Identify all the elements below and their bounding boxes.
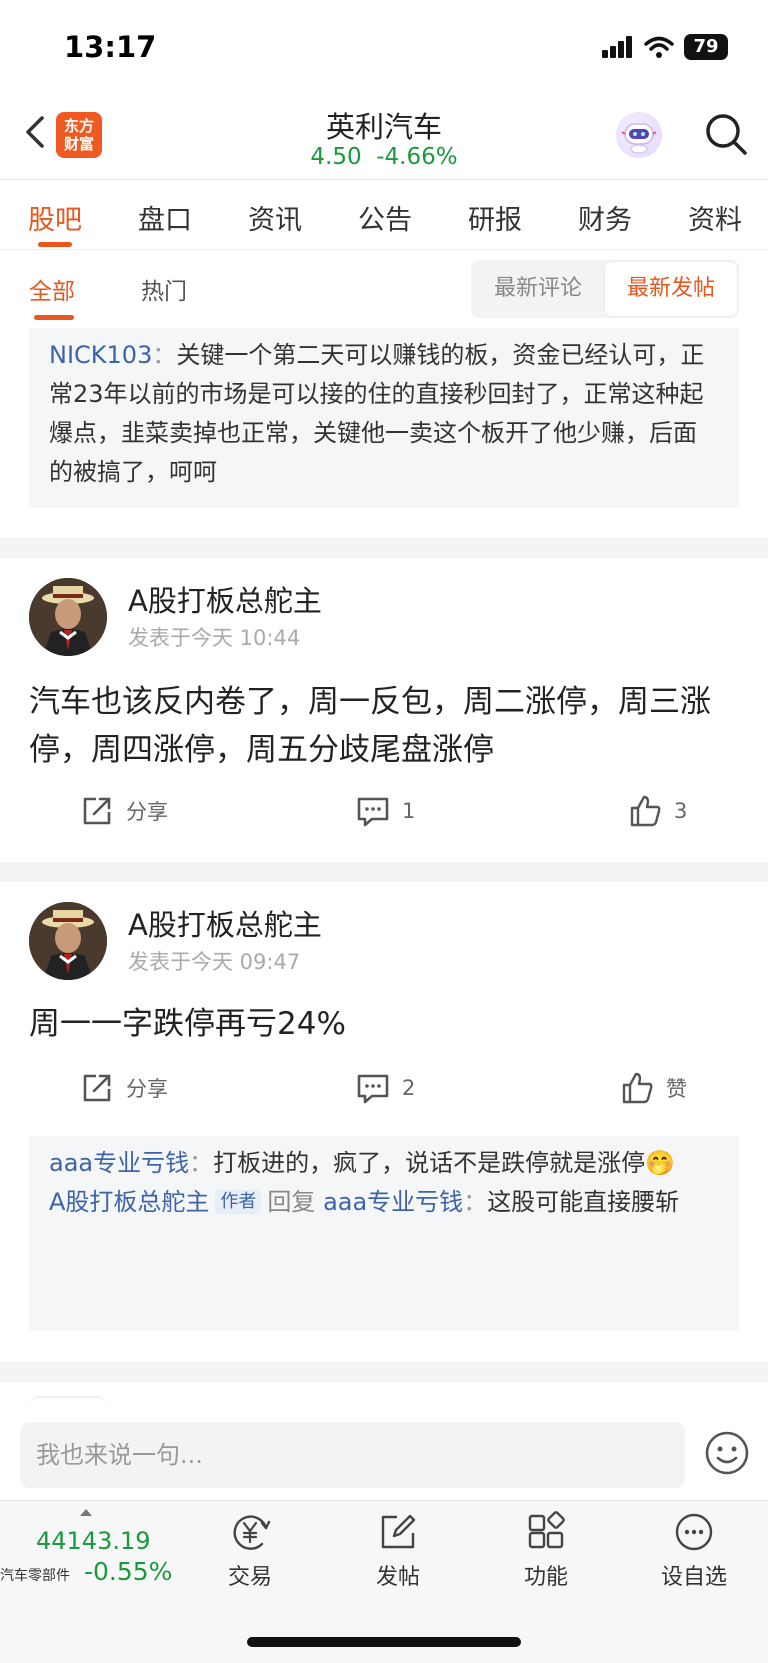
battery-icon: 79	[684, 34, 728, 60]
tab-research[interactable]: 研报	[468, 180, 522, 249]
reply-colon: ：	[463, 1188, 488, 1216]
tab-news[interactable]: 资讯	[248, 180, 302, 249]
status-bar: 13:17 79	[0, 0, 768, 96]
reply-username[interactable]: A股打板总舵主	[49, 1188, 209, 1216]
like-count: 3	[674, 799, 688, 823]
sort-latest-comment-button[interactable]: 最新评论	[471, 260, 605, 318]
reply-text: 这股可能直接腰斩	[487, 1188, 680, 1216]
sort-toggle: 最新评论 最新发帖	[471, 260, 739, 318]
subtab-hot[interactable]: 热门	[141, 272, 187, 306]
comment-username[interactable]: NICK103	[49, 341, 152, 369]
share-label: 分享	[126, 1077, 168, 1101]
nav-watchlist[interactable]: 设自选	[644, 1511, 744, 1591]
avatar[interactable]	[29, 902, 107, 980]
author-badge: 作者	[215, 1190, 262, 1214]
subtab-active-indicator	[34, 315, 74, 320]
tab-guba[interactable]: 股吧	[28, 180, 82, 249]
post-card[interactable]: A股打板总舵主 发表于今天 10:44 汽车也该反内卷了，周一反包，周二涨停，周…	[0, 558, 768, 858]
like-button[interactable]: 3	[628, 794, 687, 828]
nav-post-label: 发帖	[375, 1565, 420, 1590]
avatar-portrait-icon	[29, 578, 107, 656]
comment-count: 1	[402, 799, 416, 823]
nav-trade[interactable]: 交易	[200, 1511, 300, 1591]
more-circle-icon	[675, 1513, 713, 1551]
comment-button[interactable]: 1	[356, 794, 415, 828]
robot-icon	[621, 123, 657, 154]
comment-input[interactable]: 我也来说一句...	[20, 1422, 685, 1488]
tab-finance[interactable]: 财务	[578, 180, 632, 249]
share-icon	[83, 797, 111, 825]
sub-tabs: 全部 热门 最新评论 最新发帖	[0, 250, 768, 328]
cellular-signal-icon	[602, 36, 632, 58]
comment-icon	[357, 797, 389, 827]
sort-latest-post-button[interactable]: 最新发帖	[605, 262, 737, 316]
reply-item[interactable]: A股打板总舵主 作者 回复 aaa专业亏钱：这股可能直接腰斩	[49, 1183, 719, 1222]
search-icon[interactable]	[702, 110, 750, 158]
post-time: 发表于今天 10:44	[128, 626, 301, 650]
comment-count: 2	[402, 1076, 416, 1100]
main-tabs: 股吧 盘口 资讯 公告 研报 财务 资料	[0, 180, 768, 250]
stock-price: 4.50	[310, 144, 362, 170]
section-divider	[0, 862, 768, 882]
index-name: 汽车零部件	[0, 1568, 70, 1584]
reply-colon: ：	[189, 1149, 214, 1177]
comment-composer: 我也来说一句...	[0, 1406, 768, 1496]
index-change: -0.55%	[84, 1557, 173, 1586]
like-button[interactable]: 赞	[620, 1071, 687, 1105]
tab-announcements[interactable]: 公告	[358, 180, 412, 249]
ai-assistant-icon[interactable]	[616, 112, 662, 158]
author-name[interactable]: A股打板总舵主	[128, 578, 322, 620]
tab-pankou[interactable]: 盘口	[138, 180, 192, 249]
share-button[interactable]: 分享	[80, 1071, 168, 1105]
bottom-bar: 44143.19 汽车零部件 -0.55% 交易 发帖 功能 设自选	[0, 1500, 768, 1663]
avatar[interactable]	[29, 578, 107, 656]
next-post-avatar-partial	[29, 1396, 107, 1406]
author-name[interactable]: A股打板总舵主	[128, 902, 322, 944]
post-body[interactable]: 周一一字跌停再亏24%	[29, 1000, 739, 1048]
nav-trade-label: 交易	[227, 1565, 272, 1590]
thumbs-up-icon	[622, 1072, 653, 1104]
nav-post[interactable]: 发帖	[348, 1511, 448, 1591]
post-body[interactable]: 汽车也该反内卷了，周一反包，周二涨停，周三涨停，周四涨停，周五分歧尾盘涨停	[29, 678, 739, 774]
grid-apps-icon	[528, 1511, 565, 1549]
reply-list: aaa专业亏钱：打板进的，疯了，说话不是跌停就是涨停🤭 A股打板总舵主 作者 回复 …	[29, 1136, 739, 1331]
index-value: 44143.19	[36, 1527, 151, 1555]
share-icon	[83, 1074, 111, 1102]
stock-header: 东方 财富 英利汽车 4.50 -4.66%	[0, 96, 768, 180]
quoted-comment[interactable]: NICK103：关键一个第二天可以赚钱的板，资金已经认可，正常23年以前的市场是…	[29, 328, 739, 508]
reply-target-username[interactable]: aaa专业亏钱	[323, 1188, 463, 1216]
nav-functions[interactable]: 功能	[496, 1511, 596, 1591]
yen-exchange-icon	[233, 1515, 271, 1550]
section-divider	[0, 538, 768, 558]
comment-button[interactable]: 2	[356, 1071, 415, 1105]
share-button[interactable]: 分享	[80, 794, 168, 828]
avatar-portrait-icon	[29, 902, 107, 980]
nav-functions-label: 功能	[523, 1565, 568, 1590]
nav-watchlist-label: 设自选	[660, 1565, 727, 1590]
expand-up-icon	[80, 1509, 92, 1516]
compose-icon	[381, 1514, 416, 1549]
comment-colon: ：	[152, 341, 177, 369]
comment-icon	[357, 1074, 389, 1104]
status-icons: 79	[602, 34, 728, 60]
status-time: 13:17	[64, 30, 157, 64]
wifi-icon	[644, 36, 674, 58]
stock-change: -4.66%	[376, 144, 458, 170]
thumbs-up-icon	[630, 795, 661, 827]
post-card[interactable]: A股打板总舵主 发表于今天 09:47 周一一字跌停再亏24% 分享 2 赞 a…	[0, 882, 768, 1342]
section-divider	[0, 1362, 768, 1382]
tab-profile[interactable]: 资料	[688, 180, 742, 249]
home-indicator[interactable]	[247, 1637, 521, 1647]
reply-item[interactable]: aaa专业亏钱：打板进的，疯了，说话不是跌停就是涨停🤭	[49, 1144, 719, 1183]
emoji-icon[interactable]	[704, 1430, 750, 1476]
reply-username[interactable]: aaa专业亏钱	[49, 1149, 189, 1177]
reply-text: 打板进的，疯了，说话不是跌停就是涨停	[213, 1149, 646, 1177]
emoji-icon: 🤭	[645, 1149, 676, 1177]
reply-word: 回复	[267, 1188, 316, 1216]
post-time: 发表于今天 09:47	[128, 950, 301, 974]
like-label: 赞	[666, 1077, 687, 1101]
share-label: 分享	[126, 800, 168, 824]
subtab-all[interactable]: 全部	[29, 272, 75, 306]
